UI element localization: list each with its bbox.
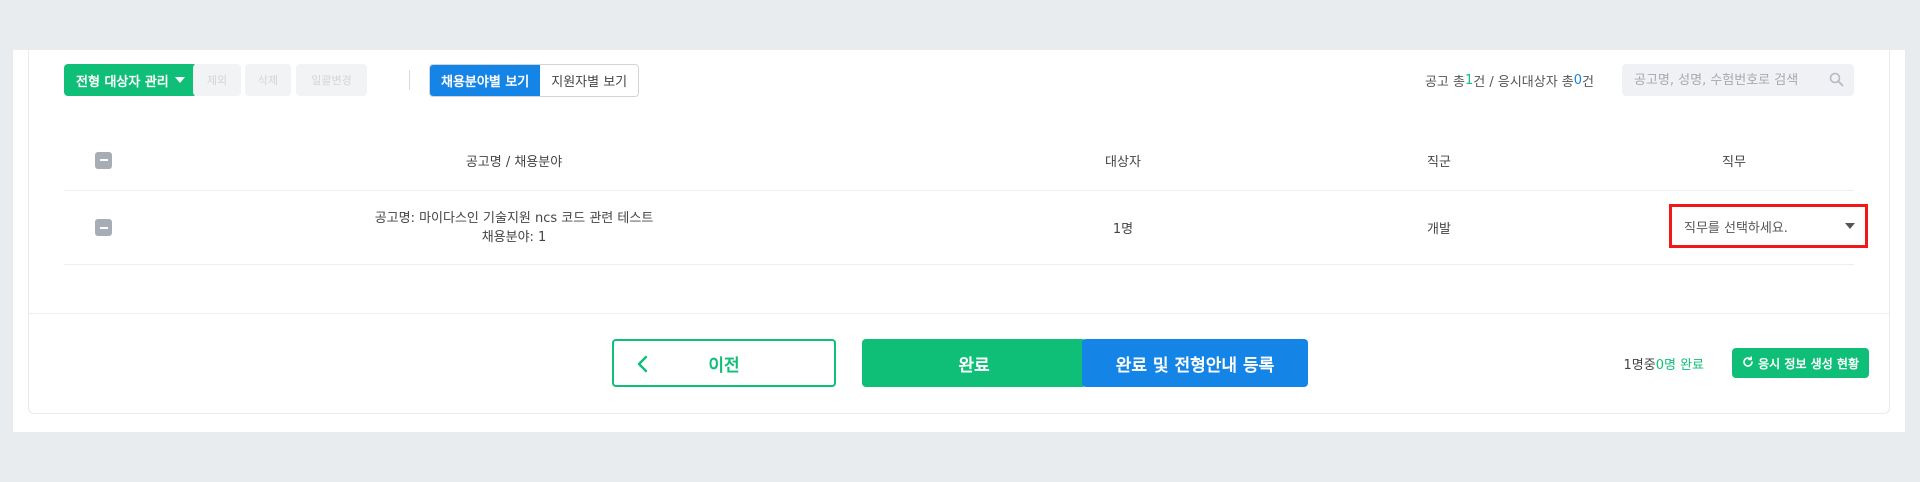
- manage-targets-dropdown-button[interactable]: 전형 대상자 관리: [64, 64, 197, 96]
- view-by-field-tab[interactable]: 채용분야별 보기: [430, 65, 541, 96]
- manage-targets-label: 전형 대상자 관리: [76, 74, 169, 90]
- exclude-button[interactable]: 제외: [193, 64, 241, 96]
- progress-status: 1명 중 0명 완료: [1624, 350, 1705, 376]
- view-toggle: 채용분야별 보기 지원자별 보기: [429, 64, 640, 97]
- progress-total: 1명: [1623, 357, 1644, 373]
- duty-select[interactable]: 직무를 선택하세요.: [1669, 204, 1868, 248]
- applicant-count: 0: [1573, 72, 1583, 88]
- row-group: 개발: [1427, 222, 1451, 237]
- header-title: 공고명 / 채용분야: [465, 154, 563, 170]
- prev-label: 이전: [708, 355, 740, 376]
- refresh-icon: [1742, 355, 1754, 371]
- generation-status-label: 응시 정보 생성 현황: [1758, 356, 1859, 371]
- generation-status-button[interactable]: 응시 정보 생성 현황: [1732, 348, 1869, 378]
- view-by-applicant-tab[interactable]: 지원자별 보기: [540, 65, 639, 96]
- row-target: 1명: [1112, 222, 1134, 237]
- header-group: 직군: [1427, 154, 1451, 170]
- complete-button[interactable]: 완료: [862, 339, 1086, 387]
- table-row: 공고명: 마이다스인 기술지원 ncs 코드 관련 테스트 채용분야: 1 1명…: [64, 191, 1868, 265]
- row-checkbox[interactable]: [95, 219, 112, 236]
- chevron-left-icon: [636, 355, 648, 378]
- content-card: 전형 대상자 관리 제외 삭제 일괄변경 채용분야별 보기 지원자별 보기 공고…: [28, 50, 1890, 414]
- toolbar-divider: [409, 70, 410, 90]
- search-input[interactable]: [1634, 72, 1814, 88]
- page-container: 전형 대상자 관리 제외 삭제 일괄변경 채용분야별 보기 지원자별 보기 공고…: [13, 50, 1905, 432]
- summary-prefix: 공고 총: [1424, 74, 1465, 90]
- summary-mid: 건 / 응시대상자 총: [1473, 74, 1574, 90]
- table-header: 공고명 / 채용분야 대상자 직군 직무: [64, 130, 1854, 191]
- header-duty: 직무: [1722, 154, 1746, 170]
- posting-title: 공고명: 마이다스인 기술지원 ncs 코드 관련 테스트: [374, 210, 654, 226]
- search-icon[interactable]: [1829, 72, 1844, 91]
- summary-suffix: 건: [1582, 74, 1594, 90]
- header-select-all: [95, 130, 112, 190]
- header-target: 대상자: [1105, 154, 1141, 170]
- row-title-cell: 공고명: 마이다스인 기술지원 ncs 코드 관련 테스트 채용분야: 1: [314, 191, 714, 264]
- complete-and-register-button[interactable]: 완료 및 전형안내 등록: [1082, 339, 1308, 387]
- search-box: [1622, 64, 1854, 96]
- count-summary: 공고 총 1 건 / 응시대상자 총 0 건: [1425, 64, 1594, 96]
- prev-button[interactable]: 이전: [612, 339, 836, 387]
- duty-select-placeholder: 직무를 선택하세요.: [1684, 220, 1788, 236]
- recruit-field: 채용분야: 1: [481, 229, 547, 245]
- progress-mid: 중: [1643, 357, 1656, 373]
- bulk-change-button[interactable]: 일괄변경: [296, 64, 367, 96]
- toolbar: 전형 대상자 관리 제외 삭제 일괄변경 채용분야별 보기 지원자별 보기 공고…: [64, 64, 1854, 97]
- select-all-checkbox[interactable]: [95, 151, 112, 169]
- chevron-down-icon: [1845, 223, 1855, 229]
- caret-down-icon: [174, 77, 185, 83]
- delete-button[interactable]: 삭제: [245, 64, 291, 96]
- row-select: [95, 191, 112, 264]
- posting-count: 1: [1464, 72, 1474, 88]
- progress-done: 0명 완료: [1655, 357, 1704, 373]
- footer-divider: [29, 313, 1889, 314]
